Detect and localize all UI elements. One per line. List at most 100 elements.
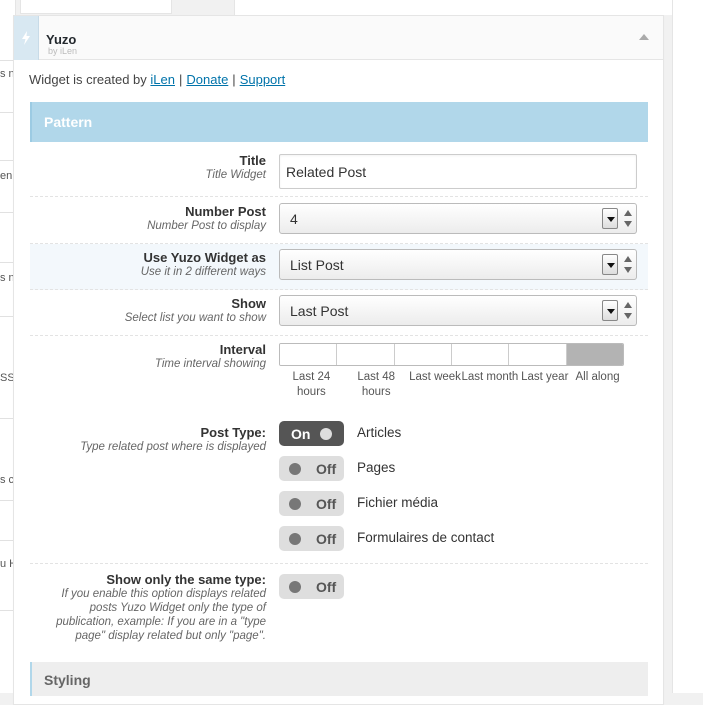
credit-separator: | — [178, 72, 183, 87]
field-row-number-post: Number Post Number Post to display 4 — [30, 198, 648, 244]
field-use-as-desc: Use it in 2 different ways — [140, 266, 266, 278]
use-as-value: List Post — [290, 257, 344, 273]
interval-label: Last year — [521, 371, 569, 383]
field-use-as-label: Use Yuzo Widget as — [143, 250, 266, 265]
interval-option-last-week[interactable] — [394, 344, 452, 365]
toggle-knob — [289, 463, 301, 475]
field-interval-label: Interval — [219, 342, 266, 357]
author-link[interactable]: iLen — [150, 72, 175, 87]
background-divider — [0, 540, 14, 541]
toggle-formulaires-de-contact[interactable]: Off — [279, 526, 344, 551]
widget-title: Yuzo — [46, 32, 77, 47]
field-label-title: Title Title Widget — [205, 153, 266, 182]
background-text-fragment: s n — [0, 68, 14, 80]
field-show-desc: Select list you want to show — [124, 312, 266, 324]
donate-link[interactable]: Donate — [186, 72, 228, 87]
credit-separator: | — [232, 72, 236, 87]
toggle-state: Off — [316, 579, 337, 595]
toggle-knob — [289, 581, 301, 593]
background-divider — [0, 212, 14, 213]
toggle-pages[interactable]: Off — [279, 456, 344, 481]
toggle-knob — [320, 428, 332, 440]
background-divider — [0, 112, 14, 113]
background-divider — [0, 316, 14, 317]
show-select[interactable]: Last Post — [279, 295, 637, 326]
interval-slider[interactable] — [279, 343, 624, 366]
background-divider — [0, 418, 14, 419]
toggle-fichier-media[interactable]: Off — [279, 491, 344, 516]
background-divider — [0, 160, 14, 161]
bolt-icon — [14, 16, 39, 60]
show-value: Last Post — [290, 303, 349, 319]
field-row-use-as: Use Yuzo Widget as Use it in 2 different… — [30, 244, 648, 290]
toggle-same-type[interactable]: Off — [279, 574, 344, 599]
dropdown-arrow-icon[interactable] — [602, 300, 618, 321]
interval-option-last-year[interactable] — [509, 344, 567, 365]
post-type-fichier-media-label: Fichier média — [357, 495, 439, 510]
field-row-interval: Interval Time interval showing Last 24 h… — [30, 336, 648, 404]
background-divider — [0, 60, 14, 61]
background-text-fragment: s n — [0, 272, 14, 284]
widget-header[interactable]: Yuzo by iLen — [14, 16, 663, 60]
field-same-type-desc: If you enable this option displays relat… — [56, 588, 266, 642]
interval-label: Last week — [409, 371, 461, 383]
field-number-post-desc: Number Post to display — [147, 220, 266, 232]
toggle-articles[interactable]: On — [279, 421, 344, 446]
field-label-interval: Interval Time interval showing — [155, 342, 266, 371]
dropdown-arrow-icon[interactable] — [602, 208, 618, 229]
field-show-label: Show — [231, 296, 266, 311]
background-widget-box-2 — [234, 0, 672, 15]
spinner-arrows-icon[interactable] — [623, 206, 633, 231]
section-styling-header[interactable]: Styling — [30, 662, 648, 696]
field-row-post-type: Post Type: Type related post where is di… — [30, 409, 648, 564]
field-interval-desc: Time interval showing — [154, 358, 266, 370]
credit-prefix: Widget is created by — [29, 72, 147, 87]
background-text-fragment: u H — [0, 558, 14, 570]
interval-label: Last 48 hours — [357, 371, 396, 398]
collapse-arrow-icon[interactable] — [639, 33, 649, 41]
support-link[interactable]: Support — [240, 72, 286, 87]
post-type-formulaires-label: Formulaires de contact — [357, 530, 495, 545]
field-label-post-type: Post Type: Type related post where is di… — [80, 425, 266, 454]
toggle-state: Off — [316, 461, 337, 477]
use-as-select[interactable]: List Post — [279, 249, 637, 280]
spinner-arrows-icon[interactable] — [623, 252, 633, 277]
post-type-pages-label: Pages — [357, 460, 396, 475]
background-widget-box — [20, 0, 172, 14]
field-post-type-desc: Type related post where is displayed — [80, 441, 266, 453]
interval-option-last-48-hours[interactable] — [337, 344, 395, 365]
title-input[interactable]: Related Post — [279, 154, 637, 189]
field-row-show: Show Select list you want to show Last P… — [30, 290, 648, 336]
field-row-same-type: Show only the same type: If you enable t… — [30, 565, 648, 661]
field-title-label: Title — [239, 153, 267, 168]
interval-option-last-24-hours[interactable] — [280, 344, 338, 365]
background-text-fragment: SS — [0, 372, 14, 384]
field-label-use-as: Use Yuzo Widget as Use it in 2 different… — [141, 250, 266, 279]
field-label-number-post: Number Post Number Post to display — [147, 204, 266, 233]
field-same-type-label: Show only the same type: — [106, 572, 266, 587]
interval-option-last-month[interactable] — [451, 344, 510, 365]
number-post-select[interactable]: 4 — [279, 203, 637, 234]
section-pattern-header[interactable]: Pattern — [30, 102, 648, 142]
field-title-desc: Title Widget — [205, 169, 266, 181]
background-right-column — [672, 0, 703, 693]
field-label-same-type: Show only the same type: If you enable t… — [51, 572, 266, 643]
field-row-title: Title Title Widget Related Post — [30, 147, 648, 197]
toggle-knob — [289, 498, 301, 510]
number-post-value: 4 — [290, 211, 298, 227]
background-divider — [0, 610, 14, 611]
yuzo-widget-panel: Yuzo by iLen Widget is created by iLen | D… — [13, 15, 664, 705]
toggle-state: Off — [316, 531, 337, 547]
interval-option-all-along[interactable] — [566, 344, 623, 365]
toggle-knob — [289, 533, 301, 545]
dropdown-arrow-icon[interactable] — [602, 254, 618, 275]
toggle-state: On — [291, 426, 311, 442]
spinner-arrows-icon[interactable] — [623, 298, 633, 323]
field-post-type-label: Post Type: — [200, 425, 267, 440]
widget-subtitle: by iLen — [48, 46, 78, 56]
field-number-post-label: Number Post — [185, 204, 266, 219]
field-label-show: Show Select list you want to show — [125, 296, 266, 325]
interval-label: Last month — [461, 371, 519, 383]
interval-labels: Last 24 hours Last 48 hours Last week La… — [279, 370, 624, 400]
background-text-fragment: s c — [0, 474, 14, 486]
